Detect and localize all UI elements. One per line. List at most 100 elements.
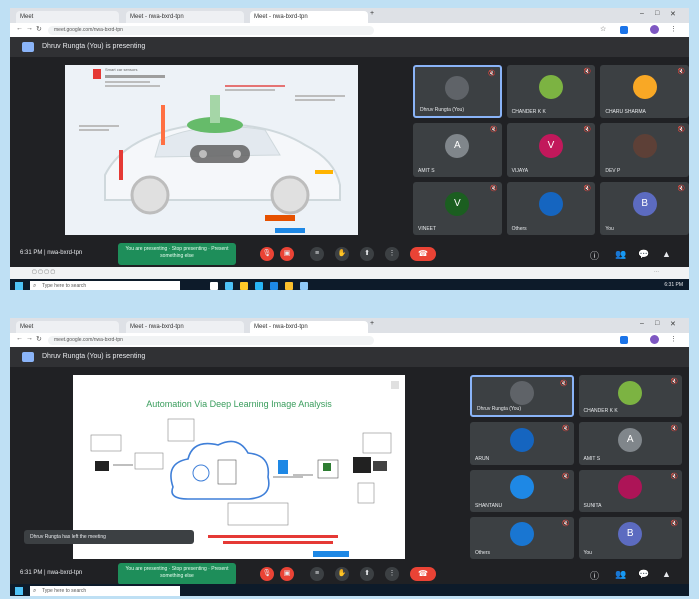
activities-icon[interactable]: ▲ bbox=[662, 569, 671, 579]
participant-tile[interactable]: Others 🔇 bbox=[470, 516, 574, 559]
captions-icon[interactable]: ≡ bbox=[310, 247, 324, 261]
show-all-link[interactable]: ⋯ bbox=[654, 269, 659, 275]
participant-tile[interactable]: CHARU SHARMA 🔇 bbox=[600, 65, 689, 119]
menu-icon[interactable]: ⋮ bbox=[670, 335, 677, 343]
tab-label: Meet - nwa-bxrd-tpn bbox=[130, 324, 184, 330]
camera-off-icon[interactable]: ▣ bbox=[280, 567, 294, 581]
new-tab-icon[interactable]: + bbox=[370, 10, 374, 17]
mic-off-icon[interactable]: 🎙 bbox=[260, 247, 274, 261]
participant-tile[interactable]: A AMIT S 🔇 bbox=[578, 422, 682, 465]
taskbar-search-box[interactable]: ⌕ Type here to search bbox=[30, 281, 180, 290]
search-placeholder: Type here to search bbox=[42, 588, 87, 594]
mic-muted-icon: 🔇 bbox=[490, 185, 498, 192]
participant-grid: Dhruv Rungta (You) 🔇 CHANDER K K 🔇 ARUN 🔇 A AMI… bbox=[470, 375, 682, 559]
meeting-screenshot-1: Meet Meet - nwa-bxrd-tpn Meet - nwa-bxrd… bbox=[10, 8, 689, 290]
info-icon[interactable]: ⓘ bbox=[590, 569, 599, 582]
participant-tile[interactable]: SUNITA 🔇 bbox=[578, 469, 682, 512]
leave-call-button[interactable]: ☎ bbox=[410, 247, 436, 261]
camera-off-icon[interactable]: ▣ bbox=[280, 247, 294, 261]
raise-hand-icon[interactable]: ✋ bbox=[335, 247, 349, 261]
reload-icon[interactable]: ↻ bbox=[36, 25, 42, 33]
url-field[interactable]: meet.google.com/nwa-bxrd-tpn bbox=[48, 26, 374, 35]
profile-avatar-icon[interactable] bbox=[650, 335, 659, 344]
participant-tile[interactable]: V VINEET 🔇 bbox=[413, 181, 502, 235]
raise-hand-icon[interactable]: ✋ bbox=[335, 567, 349, 581]
forward-icon[interactable]: → bbox=[26, 335, 33, 342]
close-icon[interactable]: ✕ bbox=[670, 320, 676, 328]
extension-icon[interactable]: ☆ bbox=[600, 25, 606, 33]
participant-tile[interactable]: SHANTANU 🔇 bbox=[470, 469, 574, 512]
browser-tab-active[interactable]: Meet - nwa-bxrd-tpn bbox=[250, 11, 368, 23]
download-item[interactable]: ▢ ▢ ▢ ▢ bbox=[32, 269, 55, 275]
presenting-notice[interactable]: You are presenting · Stop presenting · P… bbox=[118, 243, 236, 265]
task-view-icon[interactable] bbox=[210, 282, 218, 290]
back-icon[interactable]: ← bbox=[16, 335, 23, 342]
presentation-icon bbox=[22, 42, 34, 52]
windows-start-icon[interactable] bbox=[15, 282, 23, 290]
present-icon[interactable]: ⬆ bbox=[360, 567, 374, 581]
close-icon[interactable]: ✕ bbox=[670, 10, 676, 18]
avatar: A bbox=[618, 427, 643, 452]
participant-tile[interactable]: V VIJAYA 🔇 bbox=[506, 123, 596, 177]
chrome-icon[interactable] bbox=[285, 282, 293, 290]
participant-tile[interactable]: CHANDER K K 🔇 bbox=[578, 375, 682, 418]
edge-icon[interactable] bbox=[225, 282, 233, 290]
present-icon[interactable]: ⬆ bbox=[360, 247, 374, 261]
chat-icon[interactable]: 💬 bbox=[638, 569, 649, 580]
system-clock[interactable]: 6:31 PM bbox=[664, 282, 683, 288]
mic-off-icon[interactable]: 🎙 bbox=[260, 567, 274, 581]
mail-icon[interactable] bbox=[270, 282, 278, 290]
file-explorer-icon[interactable] bbox=[240, 282, 248, 290]
participant-tile[interactable]: ARUN 🔇 bbox=[470, 422, 574, 465]
people-icon[interactable]: 👥 bbox=[615, 249, 626, 260]
minimize-icon[interactable]: – bbox=[640, 10, 644, 17]
presenting-notice[interactable]: You are presenting · Stop presenting · P… bbox=[118, 563, 236, 585]
participant-name: CHARU SHARMA bbox=[605, 109, 646, 116]
browser-tab-active[interactable]: Meet - nwa-bxrd-tpn bbox=[250, 321, 368, 333]
leave-call-button[interactable]: ☎ bbox=[410, 567, 436, 581]
extension-icon[interactable] bbox=[620, 26, 628, 34]
activities-icon[interactable]: ▲ bbox=[662, 249, 671, 259]
participant-tile[interactable]: Dhruv Rungta (You) 🔇 bbox=[470, 375, 574, 418]
participant-tile[interactable]: Others 🔇 bbox=[506, 181, 596, 235]
participant-tile[interactable]: B You 🔇 bbox=[578, 516, 682, 559]
reload-icon[interactable]: ↻ bbox=[36, 335, 42, 343]
mic-muted-icon: 🔇 bbox=[670, 426, 678, 433]
app-icon[interactable] bbox=[300, 282, 308, 290]
avatar bbox=[509, 381, 534, 406]
participant-tile[interactable]: CHANDER K K 🔇 bbox=[506, 65, 596, 119]
participant-name: SUNITA bbox=[583, 502, 602, 509]
windows-taskbar: ⌕ Type here to search bbox=[10, 584, 689, 596]
chat-icon[interactable]: 💬 bbox=[638, 249, 649, 260]
extension-icon[interactable] bbox=[620, 336, 628, 344]
participant-tile[interactable]: Dhruv Rungta (You) 🔇 bbox=[413, 65, 502, 119]
browser-tab[interactable]: Meet bbox=[16, 11, 119, 23]
maximize-icon[interactable]: □ bbox=[655, 10, 659, 17]
people-icon[interactable]: 👥 bbox=[615, 569, 626, 580]
back-icon[interactable]: ← bbox=[16, 25, 23, 32]
captions-icon[interactable]: ≡ bbox=[310, 567, 324, 581]
slide-caption: Smart car sensors bbox=[105, 67, 138, 72]
browser-tab[interactable]: Meet - nwa-bxrd-tpn bbox=[126, 321, 244, 333]
browser-tab[interactable]: Meet bbox=[16, 321, 119, 333]
maximize-icon[interactable]: □ bbox=[655, 320, 659, 327]
avatar: V bbox=[538, 133, 563, 158]
profile-avatar-icon[interactable] bbox=[650, 25, 659, 34]
more-options-icon[interactable]: ⋮ bbox=[385, 247, 399, 261]
menu-icon[interactable]: ⋮ bbox=[670, 25, 677, 33]
meeting-time: 6:31 PM | nwa-bxrd-tpn bbox=[20, 570, 83, 576]
info-icon[interactable]: ⓘ bbox=[590, 249, 599, 262]
minimize-icon[interactable]: – bbox=[640, 320, 644, 327]
more-options-icon[interactable]: ⋮ bbox=[385, 567, 399, 581]
participant-tile[interactable]: DEV P 🔇 bbox=[600, 123, 689, 177]
store-icon[interactable] bbox=[255, 282, 263, 290]
url-field[interactable]: meet.google.com/nwa-bxrd-tpn bbox=[48, 336, 374, 345]
presenting-notice-text: You are presenting · Stop presenting · P… bbox=[125, 566, 229, 579]
taskbar-search-box[interactable]: ⌕ Type here to search bbox=[30, 586, 180, 596]
participant-tile[interactable]: B You 🔇 bbox=[600, 181, 689, 235]
windows-start-icon[interactable] bbox=[15, 587, 23, 595]
browser-tab[interactable]: Meet - nwa-bxrd-tpn bbox=[126, 11, 244, 23]
participant-tile[interactable]: A AMIT S 🔇 bbox=[413, 123, 502, 177]
forward-icon[interactable]: → bbox=[26, 25, 33, 32]
new-tab-icon[interactable]: + bbox=[370, 320, 374, 327]
